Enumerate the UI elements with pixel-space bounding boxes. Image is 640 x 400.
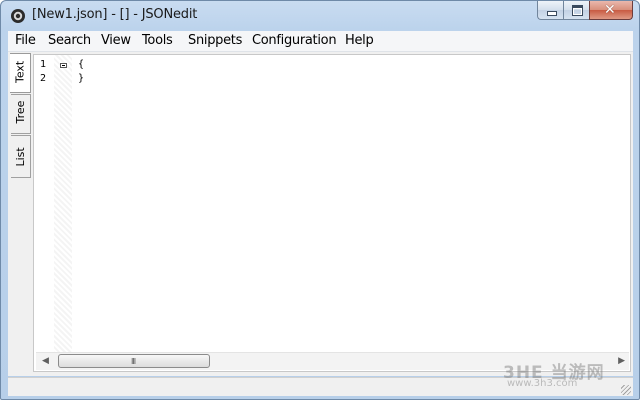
tab-tree-label: Tree [14,100,27,124]
menu-view[interactable]: View [101,33,131,48]
app-window: [New1.json] - [] - JSONedit ✕ File Searc… [0,0,640,400]
menu-bar: File Search View Tools Snippets Configur… [8,31,633,52]
menu-search[interactable]: Search [48,33,91,48]
tab-list[interactable]: List [11,135,31,178]
scroll-left-icon[interactable]: ◀ [42,356,49,366]
maximize-icon [572,5,583,16]
client-area: Text Tree List 1 2 { } ◀ III ▶ [8,52,633,376]
close-button[interactable]: ✕ [589,1,633,20]
code-line: } [78,73,85,84]
scrollbar-grip: III [131,357,136,366]
minimize-icon [547,11,557,16]
view-tabs: Text Tree List [8,52,32,376]
scrollbar-thumb[interactable]: III [58,354,210,368]
close-icon: ✕ [604,2,616,18]
window-title: [New1.json] - [] - JSONedit [32,7,198,22]
menu-file[interactable]: File [15,33,36,48]
line-number: 1 [40,59,47,70]
scroll-right-icon[interactable]: ▶ [618,356,625,366]
maximize-button[interactable] [563,1,589,20]
tab-tree[interactable]: Tree [11,94,31,134]
line-number: 2 [40,73,47,84]
watermark: 3HE 当游网 www.3h3.com [503,358,605,389]
watermark-url: www.3h3.com [507,378,578,389]
title-bar[interactable]: [New1.json] - [] - JSONedit ✕ [1,1,639,31]
menu-snippets[interactable]: Snippets [188,33,242,48]
tab-text[interactable]: Text [10,53,31,93]
tab-text-label: Text [13,60,27,83]
fold-margin [54,55,72,354]
tab-list-label: List [14,146,27,166]
app-icon [11,9,25,23]
menu-help[interactable]: Help [345,33,374,48]
menu-configuration[interactable]: Configuration [252,33,337,48]
text-editor[interactable]: 1 2 { } ◀ III ▶ [33,54,631,372]
code-line: { [78,59,85,70]
fold-collapse-icon[interactable] [60,63,67,68]
minimize-button[interactable] [537,1,563,20]
menu-tools[interactable]: Tools [142,33,173,48]
resize-grip[interactable] [621,385,631,395]
